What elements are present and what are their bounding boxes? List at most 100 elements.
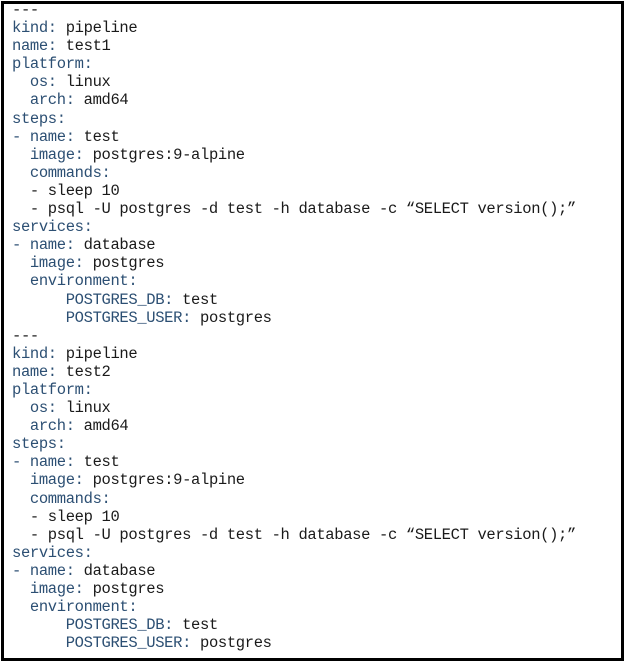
code-line: name: test2 xyxy=(12,363,576,381)
yaml-key: os: xyxy=(29,73,57,92)
yaml-value: postgres xyxy=(83,580,165,598)
yaml-key: image: xyxy=(29,580,84,598)
code-line: kind: pipeline xyxy=(12,345,576,363)
yaml-key: environment: xyxy=(29,272,138,291)
yaml-key: POSTGRES_USER: xyxy=(65,634,192,653)
yaml-key: platform: xyxy=(12,380,93,399)
list-dash: - xyxy=(12,561,30,580)
code-line: kind: pipeline xyxy=(12,19,576,37)
yaml-value: postgres xyxy=(83,254,165,273)
code-line: - name: test xyxy=(12,128,576,146)
code-line: - sleep 10 xyxy=(12,508,576,526)
code-line: commands: xyxy=(12,490,576,508)
yaml-value: test xyxy=(74,453,120,472)
code-line: --- xyxy=(12,327,576,345)
code-line: services: xyxy=(12,544,576,562)
yaml-value: postgres xyxy=(191,308,272,327)
yaml-key: kind: xyxy=(12,344,57,363)
yaml-key: name: xyxy=(29,236,75,255)
yaml-value: test xyxy=(173,616,218,635)
yaml-key: steps: xyxy=(12,435,66,454)
code-line: steps: xyxy=(12,435,576,453)
code-line: - sleep 10 xyxy=(12,182,576,200)
yaml-value: test xyxy=(74,127,120,146)
code-line: - name: test xyxy=(12,453,576,471)
code-line: services: xyxy=(12,218,576,236)
code-line: environment: xyxy=(12,598,576,616)
yaml-key: steps: xyxy=(12,109,66,128)
code-line: - psql -U postgres -d test -h database -… xyxy=(12,200,576,218)
yaml-code-block: --- kind: pipeline name: test1 platform: os… xyxy=(12,1,576,652)
list-dash: - xyxy=(12,236,30,255)
yaml-key: environment: xyxy=(29,598,138,617)
code-line: image: postgres xyxy=(12,254,576,272)
yaml-value: postgres xyxy=(191,634,272,653)
yaml-value: postgres:9-alpine xyxy=(83,471,246,490)
yaml-value: pipeline xyxy=(56,344,138,363)
yaml-value: --- xyxy=(12,1,39,19)
code-line: image: postgres xyxy=(12,580,576,598)
code-line: name: test1 xyxy=(12,37,576,55)
code-line: commands: xyxy=(12,164,576,182)
yaml-key: services: xyxy=(12,218,93,237)
code-line: platform: xyxy=(12,381,576,399)
yaml-key: POSTGRES_DB: xyxy=(65,290,174,309)
yaml-value: test1 xyxy=(56,37,111,56)
yaml-value: - sleep 10 xyxy=(29,181,120,200)
yaml-key: name: xyxy=(12,37,57,56)
code-line: POSTGRES_USER: postgres xyxy=(12,309,576,327)
yaml-value: test xyxy=(173,290,218,309)
code-line: os: linux xyxy=(12,73,576,91)
yaml-value: linux xyxy=(56,399,111,418)
yaml-value: database xyxy=(74,561,156,580)
yaml-key: image: xyxy=(29,145,84,164)
code-line: - name: database xyxy=(12,562,576,580)
yaml-key: platform: xyxy=(12,55,93,74)
list-dash: - xyxy=(12,127,30,146)
code-line: image: postgres:9-alpine xyxy=(12,146,576,164)
code-line: arch: amd64 xyxy=(12,417,576,435)
yaml-value: - psql -U postgres -d test -h database -… xyxy=(29,525,576,544)
yaml-key: image: xyxy=(29,471,84,490)
yaml-value: database xyxy=(74,236,156,255)
code-line: --- xyxy=(12,1,576,19)
code-line: os: linux xyxy=(12,399,576,417)
yaml-key: POSTGRES_USER: xyxy=(65,308,192,327)
yaml-key: kind: xyxy=(12,19,57,38)
code-line: environment: xyxy=(12,272,576,290)
yaml-value: amd64 xyxy=(74,91,129,110)
yaml-key: arch: xyxy=(29,91,75,110)
code-line: arch: amd64 xyxy=(12,91,576,109)
yaml-key: name: xyxy=(29,127,75,146)
yaml-key: commands: xyxy=(29,163,111,182)
list-dash: - xyxy=(12,453,30,472)
yaml-value: --- xyxy=(12,326,39,345)
yaml-key: services: xyxy=(12,543,93,562)
code-line: POSTGRES_USER: postgres xyxy=(12,634,576,652)
code-line: - psql -U postgres -d test -h database -… xyxy=(12,526,576,544)
yaml-value: postgres:9-alpine xyxy=(83,145,246,164)
yaml-value: pipeline xyxy=(56,19,138,38)
yaml-key: name: xyxy=(12,362,57,381)
yaml-key: name: xyxy=(29,453,75,472)
code-line: - name: database xyxy=(12,236,576,254)
